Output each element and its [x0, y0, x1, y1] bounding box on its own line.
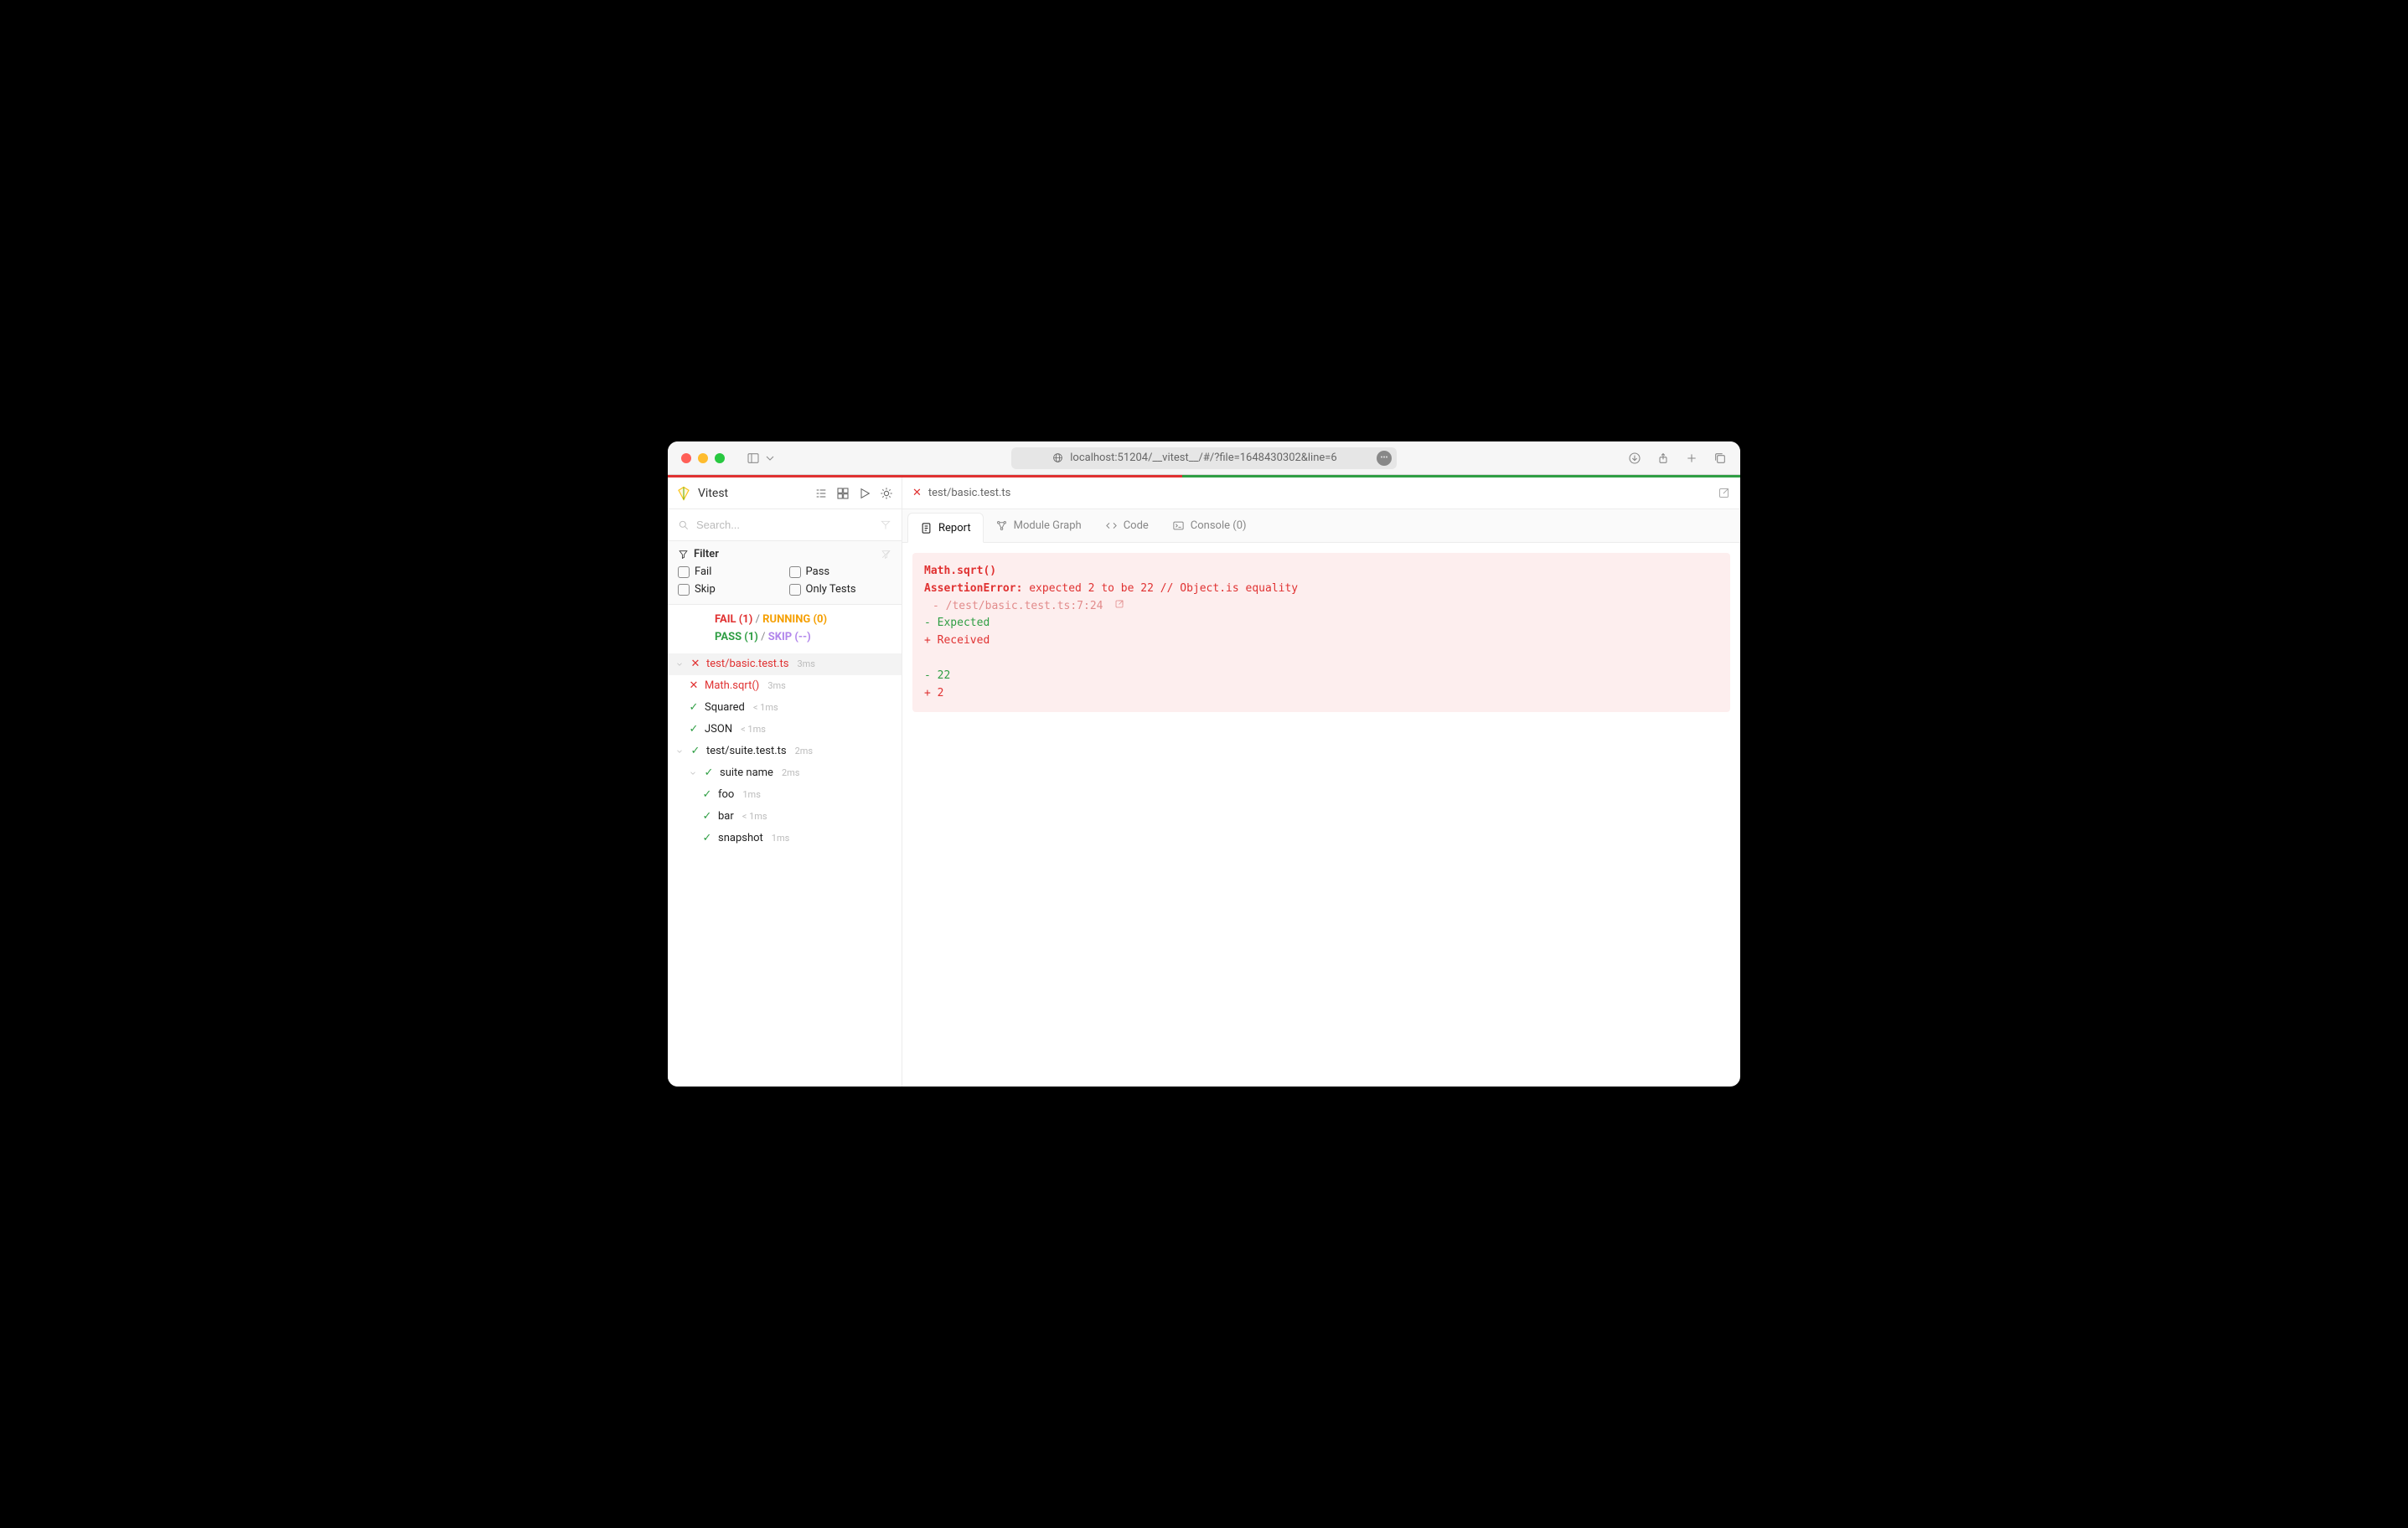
graph-icon [995, 519, 1008, 532]
tree-test-mathsqrt[interactable]: ✕ Math.sqrt() 3ms [668, 675, 902, 697]
browser-window: localhost:51204/__vitest__/#/?file=16484… [668, 441, 1740, 1087]
search-input[interactable] [696, 519, 873, 531]
error-panel: Math.sqrt() AssertionError: expected 2 t… [912, 553, 1730, 712]
status-pass-icon: ✓ [701, 788, 713, 801]
diff-expected-value: - 22 [924, 668, 1718, 685]
error-test-name: Math.sqrt() [924, 563, 1718, 581]
vitest-logo-icon [676, 486, 691, 501]
file-tab-bar: ✕ test/basic.test.ts [902, 478, 1740, 509]
open-location-icon[interactable] [1114, 599, 1124, 609]
report-icon [920, 522, 933, 534]
summary-running: RUNNING (0) [762, 613, 827, 626]
chevron-down-icon [763, 452, 777, 465]
status-fail-icon: ✕ [690, 658, 701, 670]
filter-label: Filter [694, 548, 719, 560]
browser-sidebar-toggle[interactable] [747, 452, 777, 465]
address-bar[interactable]: localhost:51204/__vitest__/#/?file=16484… [1011, 447, 1397, 469]
close-file-icon[interactable]: ✕ [912, 487, 922, 499]
tree-test-foo[interactable]: ✓ foo 1ms [668, 784, 902, 806]
sidebar-header: Vitest [668, 478, 902, 509]
tab-module-graph[interactable]: Module Graph [984, 509, 1093, 542]
status-pass-icon: ✓ [688, 723, 700, 736]
filter-only-checkbox[interactable]: Only Tests [789, 583, 892, 596]
status-pass-icon: ✓ [690, 745, 701, 757]
window-controls [681, 453, 725, 463]
tree-test-bar[interactable]: ✓ bar < 1ms [668, 806, 902, 828]
clear-filter-icon[interactable] [881, 549, 891, 560]
filter-pass-checkbox[interactable]: Pass [789, 565, 892, 578]
tab-report[interactable]: Report [907, 513, 984, 543]
reader-badge-icon[interactable]: ••• [1377, 451, 1392, 466]
main-tabs: Report Module Graph Code Console (0) [902, 509, 1740, 543]
status-fail-icon: ✕ [688, 679, 700, 692]
summary-skip: SKIP (--) [768, 631, 811, 643]
status-pass-icon: ✓ [701, 832, 713, 844]
summary-pass: PASS (1) [715, 631, 758, 643]
clear-search-icon[interactable] [880, 519, 891, 531]
globe-icon [1052, 452, 1063, 463]
code-icon [1105, 519, 1118, 532]
tree-suite[interactable]: ✓ suite name 2ms [668, 762, 902, 784]
diff-received-value: + 2 [924, 685, 1718, 703]
titlebar: localhost:51204/__vitest__/#/?file=16484… [668, 441, 1740, 475]
share-icon[interactable] [1656, 452, 1670, 465]
file-tab-label[interactable]: test/basic.test.ts [928, 487, 1010, 499]
tree-test-snapshot[interactable]: ✓ snapshot 1ms [668, 828, 902, 849]
chevron-down-icon [675, 660, 684, 668]
diff-received-label: + Received [924, 632, 1718, 650]
test-tree: ✕ test/basic.test.ts 3ms ✕ Math.sqrt() 3… [668, 653, 902, 849]
new-tab-icon[interactable] [1685, 452, 1698, 465]
theme-icon[interactable] [880, 487, 893, 500]
tab-code[interactable]: Code [1093, 509, 1160, 542]
window-minimize-button[interactable] [698, 453, 708, 463]
tree-file-basic[interactable]: ✕ test/basic.test.ts 3ms [668, 653, 902, 675]
download-icon[interactable] [1628, 452, 1641, 465]
error-location[interactable]: - /test/basic.test.ts:7:24 [933, 600, 1103, 612]
external-link-icon[interactable] [1718, 487, 1730, 499]
status-pass-icon: ✓ [703, 767, 715, 779]
tree-test-squared[interactable]: ✓ Squared < 1ms [668, 697, 902, 719]
tree-file-suite[interactable]: ✓ test/suite.test.ts 2ms [668, 741, 902, 762]
window-close-button[interactable] [681, 453, 691, 463]
console-icon [1172, 519, 1185, 532]
chevron-down-icon [689, 769, 697, 777]
status-pass-icon: ✓ [688, 701, 700, 714]
error-message: expected 2 to be 22 // Object.is equalit… [1029, 582, 1298, 595]
error-type: AssertionError: [924, 582, 1022, 595]
sidebar: Vitest Filter [668, 478, 902, 1087]
dashboard-icon[interactable] [836, 487, 850, 500]
results-summary: FAIL (1) / RUNNING (0) PASS (1) / SKIP (… [668, 605, 902, 653]
address-url: localhost:51204/__vitest__/#/?file=16484… [1070, 452, 1336, 464]
chevron-down-icon [675, 747, 684, 756]
filter-panel: Filter Fail Pass Skip Only Tests [668, 541, 902, 605]
list-tree-icon[interactable] [814, 487, 828, 500]
main-panel: ✕ test/basic.test.ts Report Module Graph… [902, 478, 1740, 1087]
app-title: Vitest [698, 487, 728, 500]
filter-fail-checkbox[interactable]: Fail [678, 565, 781, 578]
filter-icon [678, 549, 689, 560]
search-row [668, 509, 902, 541]
tabs-icon[interactable] [1713, 452, 1727, 465]
run-icon[interactable] [858, 487, 871, 500]
search-icon [678, 519, 690, 531]
summary-fail: FAIL (1) [715, 613, 752, 626]
filter-skip-checkbox[interactable]: Skip [678, 583, 781, 596]
tab-console[interactable]: Console (0) [1160, 509, 1258, 542]
window-maximize-button[interactable] [715, 453, 725, 463]
tree-test-json[interactable]: ✓ JSON < 1ms [668, 719, 902, 741]
status-pass-icon: ✓ [701, 810, 713, 823]
diff-expected-label: - Expected [924, 615, 1718, 632]
